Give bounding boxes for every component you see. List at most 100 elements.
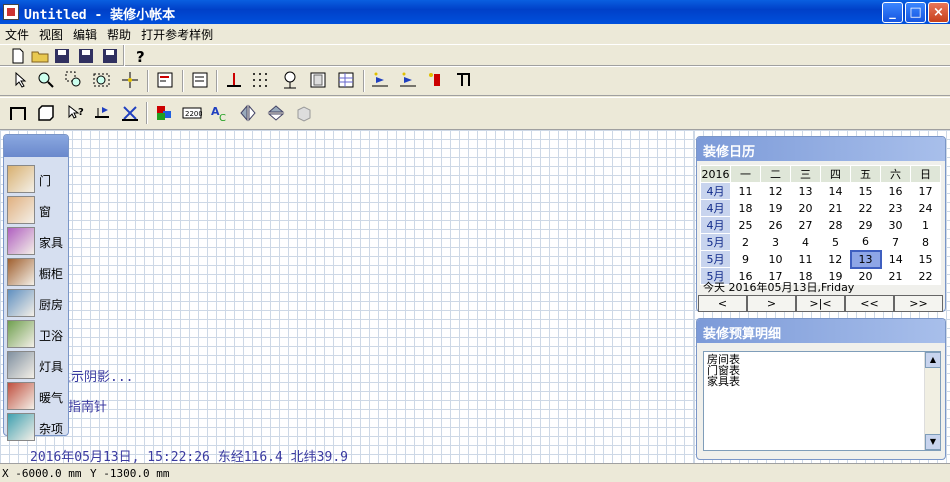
room-shape-icon[interactable] xyxy=(8,103,28,123)
maximize-button[interactable]: □ xyxy=(905,2,926,23)
play-step-icon[interactable] xyxy=(370,70,390,90)
table-view-icon[interactable] xyxy=(336,70,356,90)
dimension-icon[interactable] xyxy=(92,103,112,123)
zoom-icon[interactable] xyxy=(36,70,56,90)
calendar-day[interactable]: 20 xyxy=(850,267,881,285)
calendar-nav-button[interactable]: << xyxy=(845,295,894,312)
calendar-day[interactable]: 24 xyxy=(910,199,941,217)
calendar-day[interactable]: 6 xyxy=(850,233,881,251)
calendar-day[interactable]: 19 xyxy=(760,199,791,217)
room-box-icon[interactable] xyxy=(36,103,56,123)
calendar-day[interactable]: 11 xyxy=(730,182,761,200)
measure-icon[interactable] xyxy=(120,103,140,123)
calendar-nav-button[interactable]: < xyxy=(698,295,747,312)
calendar-day[interactable]: 7 xyxy=(880,233,911,251)
grid-dots-icon[interactable] xyxy=(250,70,270,90)
menu-view[interactable]: 视图 xyxy=(34,24,68,45)
3d-box-icon[interactable] xyxy=(294,103,314,123)
dimension-text-icon[interactable]: 2200 xyxy=(182,103,202,123)
palette-item[interactable]: 卫浴 xyxy=(5,319,69,349)
calendar-day[interactable]: 13 xyxy=(790,182,821,200)
palette-item[interactable]: 厨房 xyxy=(5,288,69,318)
kitchen-icon[interactable] xyxy=(7,289,35,317)
calendar-day[interactable]: 9 xyxy=(730,250,761,268)
calendar-day[interactable]: 11 xyxy=(790,250,821,268)
calendar-day[interactable]: 22 xyxy=(910,267,941,285)
lamp-icon[interactable] xyxy=(7,351,35,379)
list-item[interactable]: 家具表 xyxy=(704,376,940,387)
palette-item[interactable]: 窗 xyxy=(5,195,69,225)
play-next-icon[interactable] xyxy=(398,70,418,90)
menu-edit[interactable]: 编辑 xyxy=(68,24,102,45)
scroll-up-icon[interactable]: ▲ xyxy=(925,352,941,368)
text-block-icon[interactable] xyxy=(190,70,210,90)
calendar-day[interactable]: 23 xyxy=(880,199,911,217)
calendar-nav-button[interactable]: > xyxy=(747,295,796,312)
calendar-day[interactable]: 14 xyxy=(880,250,911,268)
save-as-icon[interactable] xyxy=(76,46,96,66)
calendar-day[interactable]: 22 xyxy=(850,199,881,217)
calendar-day[interactable]: 12 xyxy=(760,182,791,200)
calendar-day[interactable]: 1 xyxy=(910,216,941,234)
calendar-day[interactable]: 14 xyxy=(820,182,851,200)
calendar-day[interactable]: 20 xyxy=(790,199,821,217)
cabinet-icon[interactable] xyxy=(7,258,35,286)
calendar-day[interactable]: 21 xyxy=(880,267,911,285)
color-fill-icon[interactable] xyxy=(154,103,174,123)
crosshair-icon[interactable] xyxy=(120,70,140,90)
calendar-day[interactable]: 25 xyxy=(730,216,761,234)
calendar-day[interactable]: 30 xyxy=(880,216,911,234)
calendar-day[interactable]: 15 xyxy=(910,250,941,268)
palette-item[interactable]: 门 xyxy=(5,164,69,194)
bathroom-icon[interactable] xyxy=(7,320,35,348)
calendar-nav-button[interactable]: >> xyxy=(894,295,943,312)
panel-view-icon[interactable] xyxy=(308,70,328,90)
calendar-day[interactable]: 21 xyxy=(820,199,851,217)
calendar-day[interactable]: 17 xyxy=(910,182,941,200)
calendar-day[interactable]: 4 xyxy=(790,233,821,251)
misc-icon[interactable] xyxy=(7,413,35,441)
furniture-icon[interactable] xyxy=(7,227,35,255)
palette-item[interactable]: 杂项 xyxy=(5,412,69,442)
align-left-icon[interactable] xyxy=(155,70,175,90)
calendar-day[interactable]: 15 xyxy=(850,182,881,200)
calendar-day[interactable]: 5 xyxy=(820,233,851,251)
palette-item[interactable]: 暖气 xyxy=(5,381,69,411)
calendar-day[interactable]: 16 xyxy=(880,182,911,200)
calendar-nav-button[interactable]: >|< xyxy=(796,295,845,312)
door-icon[interactable] xyxy=(7,165,35,193)
calendar-day[interactable]: 8 xyxy=(910,233,941,251)
calendar-day[interactable]: 29 xyxy=(850,216,881,234)
close-button[interactable]: × xyxy=(928,2,949,23)
menu-help[interactable]: 帮助 xyxy=(102,24,136,45)
menu-file[interactable]: 文件 xyxy=(0,24,34,45)
calendar-day[interactable]: 26 xyxy=(760,216,791,234)
calendar-day[interactable]: 10 xyxy=(760,250,791,268)
save-all-icon[interactable] xyxy=(100,46,120,66)
mirror-vertical-icon[interactable] xyxy=(238,103,258,123)
palette-item[interactable]: 灯具 xyxy=(5,350,69,380)
app-icon[interactable] xyxy=(3,4,19,20)
help-icon[interactable]: ? xyxy=(130,46,150,66)
calendar-day-today[interactable]: 13 xyxy=(849,249,882,269)
new-file-icon[interactable] xyxy=(8,46,28,66)
pin-icon[interactable] xyxy=(280,70,300,90)
text-style-icon[interactable]: AC xyxy=(210,103,230,123)
budget-scrollbar[interactable]: ▲ ▼ xyxy=(924,352,941,450)
calendar-day[interactable]: 18 xyxy=(730,199,761,217)
wall-join-icon[interactable] xyxy=(224,70,244,90)
marker-icon[interactable] xyxy=(426,70,446,90)
zoom-window-icon[interactable] xyxy=(64,70,84,90)
menu-open-sample[interactable]: 打开参考样例 xyxy=(136,24,218,45)
palette-item[interactable]: 家具 xyxy=(5,226,69,256)
drawing-canvas[interactable]: 显示阴影... 指南针 2016年05月13日, 15:22:26 东经116.… xyxy=(0,130,694,463)
save-icon[interactable] xyxy=(52,46,72,66)
what-is-this-icon[interactable]: ? xyxy=(66,103,86,123)
window-icon[interactable] xyxy=(7,196,35,224)
palette-item[interactable]: 橱柜 xyxy=(5,257,69,287)
mirror-horizontal-icon[interactable] xyxy=(266,103,286,123)
zoom-fit-icon[interactable] xyxy=(92,70,112,90)
stairs-icon[interactable] xyxy=(454,70,474,90)
scroll-down-icon[interactable]: ▼ xyxy=(925,434,941,450)
open-folder-icon[interactable] xyxy=(30,46,50,66)
